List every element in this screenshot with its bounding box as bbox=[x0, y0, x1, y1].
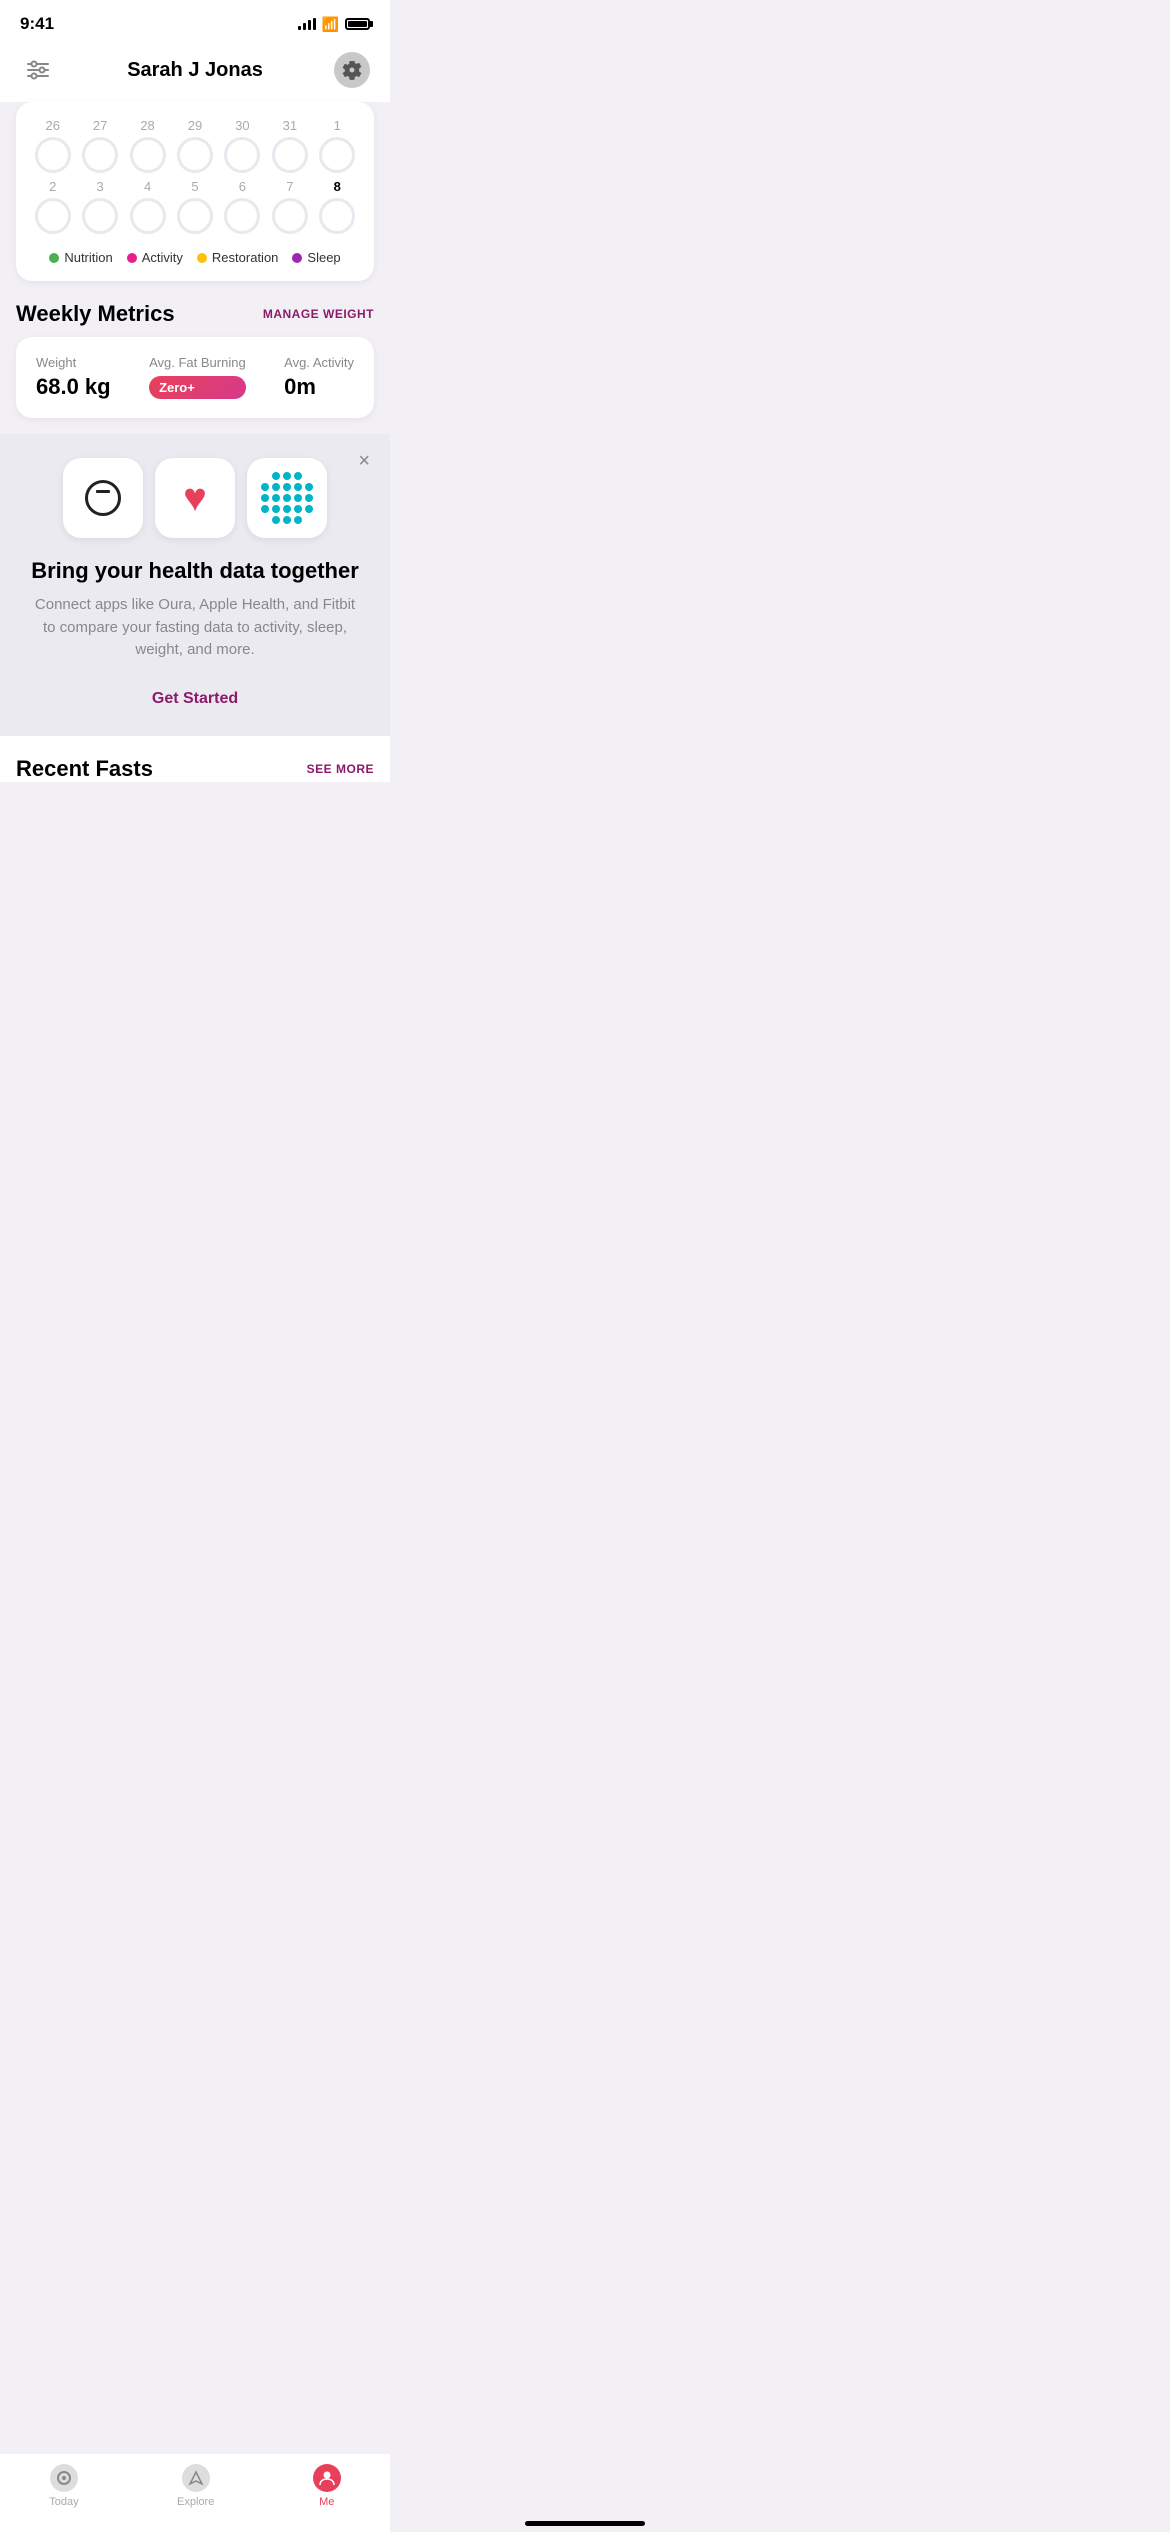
zero-app-icon bbox=[63, 458, 143, 538]
calendar-day-29[interactable]: 29 bbox=[174, 118, 215, 173]
avg-activity-metric: Avg. Activity 0m bbox=[284, 355, 354, 400]
today-nav-icon bbox=[50, 2464, 78, 2492]
bottom-nav: Today Explore Me bbox=[0, 2453, 390, 2532]
legend-restoration: Restoration bbox=[197, 250, 278, 265]
fat-burning-label: Avg. Fat Burning bbox=[149, 355, 246, 370]
filter-icon[interactable] bbox=[20, 52, 56, 88]
calendar-day-4[interactable]: 4 bbox=[127, 179, 168, 234]
me-nav-label: Me bbox=[319, 2496, 334, 2508]
today-nav-label: Today bbox=[49, 2496, 78, 2508]
calendar-day-8[interactable]: 8 bbox=[317, 179, 358, 234]
nav-explore[interactable]: Explore bbox=[177, 2464, 214, 2508]
manage-weight-button[interactable]: MANAGE WEIGHT bbox=[263, 307, 374, 321]
legend-activity: Activity bbox=[127, 250, 183, 265]
page-title: Sarah J Jonas bbox=[127, 59, 263, 82]
health-connect-card: × ♥ bbox=[0, 434, 390, 736]
avg-activity-value: 0m bbox=[284, 374, 354, 400]
zero-plus-badge: Zero+ bbox=[149, 376, 246, 399]
legend-nutrition: Nutrition bbox=[49, 250, 112, 265]
calendar-day-5[interactable]: 5 bbox=[174, 179, 215, 234]
nutrition-dot bbox=[49, 253, 59, 263]
weight-metric: Weight 68.0 kg bbox=[36, 355, 111, 400]
weekly-metrics-title: Weekly Metrics bbox=[16, 301, 175, 327]
activity-dot bbox=[127, 253, 137, 263]
calendar-day-27[interactable]: 27 bbox=[79, 118, 120, 173]
gear-icon[interactable] bbox=[334, 52, 370, 88]
wifi-icon: 📶 bbox=[322, 16, 339, 33]
status-bar: 9:41 📶 bbox=[0, 0, 390, 40]
get-started-button[interactable]: Get Started bbox=[20, 682, 370, 716]
fitbit-icon bbox=[247, 458, 327, 538]
weight-value: 68.0 kg bbox=[36, 374, 111, 400]
close-button[interactable]: × bbox=[358, 450, 370, 473]
apple-health-icon: ♥ bbox=[155, 458, 235, 538]
signal-icon bbox=[298, 18, 316, 30]
recent-fasts-section: Recent Fasts SEE MORE bbox=[0, 736, 390, 782]
app-icons-row: ♥ bbox=[20, 458, 370, 538]
calendar-day-3[interactable]: 3 bbox=[79, 179, 120, 234]
sleep-dot bbox=[292, 253, 302, 263]
calendar-day-7[interactable]: 7 bbox=[269, 179, 310, 234]
calendar-day-31[interactable]: 31 bbox=[269, 118, 310, 173]
home-indicator bbox=[525, 2521, 645, 2526]
see-more-button[interactable]: SEE MORE bbox=[307, 762, 374, 776]
weekly-metrics-header: Weekly Metrics MANAGE WEIGHT bbox=[0, 297, 390, 337]
status-icons: 📶 bbox=[298, 16, 370, 33]
connect-description: Connect apps like Oura, Apple Health, an… bbox=[20, 594, 370, 662]
weight-label: Weight bbox=[36, 355, 111, 370]
avg-activity-label: Avg. Activity bbox=[284, 355, 354, 370]
connect-title: Bring your health data together bbox=[20, 558, 370, 584]
legend-sleep: Sleep bbox=[292, 250, 340, 265]
status-time: 9:41 bbox=[20, 14, 54, 34]
metrics-card: Weight 68.0 kg Avg. Fat Burning Zero+ Av… bbox=[16, 337, 374, 418]
calendar-day-28[interactable]: 28 bbox=[127, 118, 168, 173]
calendar-day-2[interactable]: 2 bbox=[32, 179, 73, 234]
recent-fasts-title: Recent Fasts bbox=[16, 756, 153, 782]
me-nav-icon bbox=[313, 2464, 341, 2492]
calendar-legend: Nutrition Activity Restoration Sleep bbox=[32, 250, 358, 265]
header: Sarah J Jonas bbox=[0, 40, 390, 102]
explore-nav-icon bbox=[182, 2464, 210, 2492]
calendar-day-1[interactable]: 1 bbox=[317, 118, 358, 173]
explore-nav-label: Explore bbox=[177, 2496, 214, 2508]
battery-icon bbox=[345, 18, 370, 30]
calendar-day-6[interactable]: 6 bbox=[222, 179, 263, 234]
calendar-day-30[interactable]: 30 bbox=[222, 118, 263, 173]
recent-fasts-header: Recent Fasts SEE MORE bbox=[16, 756, 374, 782]
nav-today[interactable]: Today bbox=[49, 2464, 78, 2508]
calendar-day-26[interactable]: 26 bbox=[32, 118, 73, 173]
calendar-card: 26 27 28 29 30 31 bbox=[16, 102, 374, 281]
calendar-grid: 26 27 28 29 30 31 bbox=[32, 118, 358, 234]
nav-me[interactable]: Me bbox=[313, 2464, 341, 2508]
fat-burning-metric: Avg. Fat Burning Zero+ bbox=[149, 355, 246, 399]
restoration-dot bbox=[197, 253, 207, 263]
